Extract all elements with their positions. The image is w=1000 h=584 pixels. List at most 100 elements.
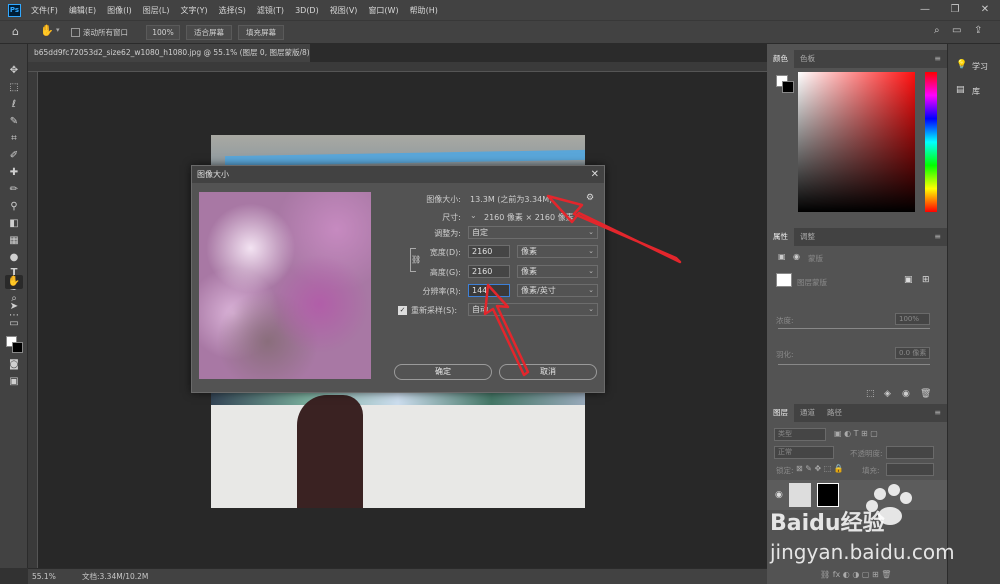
visibility-icon[interactable]: ◉ — [902, 389, 910, 399]
quick-mask-icon[interactable]: ◙ — [7, 358, 21, 372]
menu-image[interactable]: 图像(I) — [107, 5, 132, 16]
status-zoom[interactable]: 55.1% — [32, 569, 56, 584]
fill-field[interactable] — [886, 463, 934, 476]
layer-mask-label: 图层蒙版 — [797, 278, 827, 287]
trash-icon[interactable]: 🗑 — [920, 389, 931, 399]
library-icon[interactable]: ▤ — [956, 85, 965, 95]
apply-mask-icon[interactable]: ◈ — [884, 389, 891, 399]
gear-icon[interactable]: ⚙ — [586, 193, 594, 203]
gradient-tool-icon[interactable]: ▦ — [7, 234, 21, 248]
selection-icon[interactable]: ⬚ — [866, 389, 875, 399]
menu-file[interactable]: 文件(F) — [31, 5, 58, 16]
brush-tool-icon[interactable]: ✏ — [7, 183, 21, 197]
marquee-tool-icon[interactable]: ⬚ — [7, 81, 21, 95]
restore-icon[interactable]: ❐ — [940, 0, 970, 20]
panel-menu-icon[interactable]: ≡ — [934, 54, 941, 63]
tab-adjustments[interactable]: 调整 — [794, 228, 821, 246]
close-icon[interactable]: ✕ — [591, 166, 599, 183]
color-picker-field[interactable] — [798, 72, 915, 212]
feather-slider[interactable] — [778, 364, 930, 365]
height-unit-value: 像素 — [521, 267, 537, 276]
fit-screen-button[interactable]: 适合屏幕 — [186, 25, 232, 40]
height-unit-select[interactable]: 像素 ⌄ — [517, 265, 598, 278]
menu-select[interactable]: 选择(S) — [219, 5, 246, 16]
color-bg-swatch[interactable] — [782, 81, 794, 93]
menu-type[interactable]: 文字(Y) — [180, 5, 207, 16]
crop-tool-icon[interactable]: ⌗ — [7, 132, 21, 146]
screen-mode-icon[interactable]: ▣ — [7, 375, 21, 389]
chevron-down-icon[interactable]: ▾ — [56, 26, 60, 34]
resolution-unit-select[interactable]: 像素/英寸 ⌄ — [517, 284, 598, 297]
menu-filter[interactable]: 滤镜(T) — [257, 5, 284, 16]
vector-mask-add-icon[interactable]: ⊞ — [922, 275, 930, 285]
width-unit-select[interactable]: 像素 ⌄ — [517, 245, 598, 258]
menu-3d[interactable]: 3D(D) — [295, 6, 319, 15]
density-slider[interactable] — [778, 328, 930, 329]
hand-tool-active-icon[interactable]: ✋ — [5, 275, 23, 289]
lasso-tool-icon[interactable]: ℓ — [7, 98, 21, 112]
image-preview[interactable] — [199, 192, 371, 379]
tab-properties[interactable]: 属性 — [767, 228, 794, 246]
learn-label[interactable]: 学习 — [972, 61, 988, 72]
resolution-input[interactable]: 144 — [468, 284, 510, 297]
image-size-label: 图像大小: — [426, 195, 461, 204]
share-icon[interactable]: ⇪ — [974, 25, 982, 36]
hue-slider[interactable] — [925, 72, 937, 212]
ok-button[interactable]: 确定 — [394, 364, 492, 380]
layer-kind-filter[interactable]: 类型 — [774, 428, 826, 441]
fill-screen-button[interactable]: 填充屏幕 — [238, 25, 284, 40]
learn-icon[interactable]: 💡 — [956, 60, 967, 70]
library-label[interactable]: 库 — [972, 86, 980, 97]
opacity-field[interactable] — [886, 446, 934, 459]
cancel-button[interactable]: 取消 — [499, 364, 597, 380]
menu-window[interactable]: 窗口(W) — [368, 5, 398, 16]
hand-tool-icon[interactable]: ✋ — [40, 24, 54, 37]
move-tool-icon[interactable]: ✥ — [7, 64, 21, 78]
pixel-mask-icon[interactable]: ▣ — [778, 252, 786, 261]
quick-select-tool-icon[interactable]: ✎ — [7, 115, 21, 129]
chevron-down-icon[interactable]: ⌄ — [470, 211, 477, 220]
document-tab[interactable]: b65dd9fc72053d2_size62_w1080_h1080.jpg @… — [28, 44, 310, 62]
image-person — [297, 395, 363, 508]
tab-color[interactable]: 颜色 — [767, 50, 794, 68]
menu-layer[interactable]: 图层(L) — [143, 5, 170, 16]
dodge-tool-icon[interactable]: ● — [7, 251, 21, 265]
tab-swatches[interactable]: 色板 — [794, 50, 821, 68]
blend-mode-select[interactable]: 正常 — [774, 446, 834, 459]
scroll-all-checkbox[interactable] — [71, 28, 80, 37]
background-color-swatch[interactable] — [12, 342, 23, 353]
search-icon[interactable]: ⌕ — [934, 25, 940, 36]
document-tabs: b65dd9fc72053d2_size62_w1080_h1080.jpg @… — [28, 44, 767, 62]
zoom-tool-icon[interactable]: ⌕ — [7, 292, 21, 306]
density-field[interactable]: 100% — [895, 313, 930, 325]
feather-field[interactable]: 0.0 像素 — [895, 347, 930, 359]
eyedropper-tool-icon[interactable]: ✐ — [7, 149, 21, 163]
lock-icons[interactable]: ⊠ ✎ ✥ ⬚ 🔒 — [796, 464, 844, 473]
workspace-icon[interactable]: ▭ — [952, 25, 961, 36]
filter-pixel-icon[interactable]: ▣ ◐ T ⊞ ▢ — [834, 429, 878, 438]
select-mask-icon[interactable]: ▣ — [904, 275, 913, 285]
link-icon[interactable]: ⛓ — [411, 255, 421, 264]
close-icon[interactable]: ✕ — [970, 0, 1000, 20]
vector-mask-icon[interactable]: ◉ — [793, 252, 800, 261]
width-input[interactable]: 2160 — [468, 245, 510, 258]
resample-select[interactable]: 自动 ⌄ — [468, 303, 598, 316]
resample-checkbox[interactable]: ✓ — [398, 306, 407, 315]
menu-edit[interactable]: 编辑(E) — [69, 5, 96, 16]
home-icon[interactable]: ⌂ — [12, 25, 19, 38]
eraser-tool-icon[interactable]: ◧ — [7, 217, 21, 231]
panel-menu-icon[interactable]: ≡ — [934, 408, 941, 417]
fit-to-select[interactable]: 自定 ⌄ — [468, 226, 598, 239]
tab-channels[interactable]: 通道 — [794, 404, 821, 422]
height-input[interactable]: 2160 — [468, 265, 510, 278]
zoom-100-button[interactable]: 100% — [146, 25, 180, 40]
menu-view[interactable]: 视图(V) — [330, 5, 358, 16]
healing-brush-icon[interactable]: ✚ — [7, 166, 21, 180]
clone-stamp-icon[interactable]: ⚲ — [7, 200, 21, 214]
minimize-icon[interactable]: — — [910, 0, 940, 20]
tab-layers[interactable]: 图层 — [767, 404, 794, 422]
panel-menu-icon[interactable]: ≡ — [934, 232, 941, 241]
more-tools-icon[interactable]: ⋯ — [7, 309, 21, 323]
menu-help[interactable]: 帮助(H) — [410, 5, 438, 16]
tab-paths[interactable]: 路径 — [821, 404, 848, 422]
